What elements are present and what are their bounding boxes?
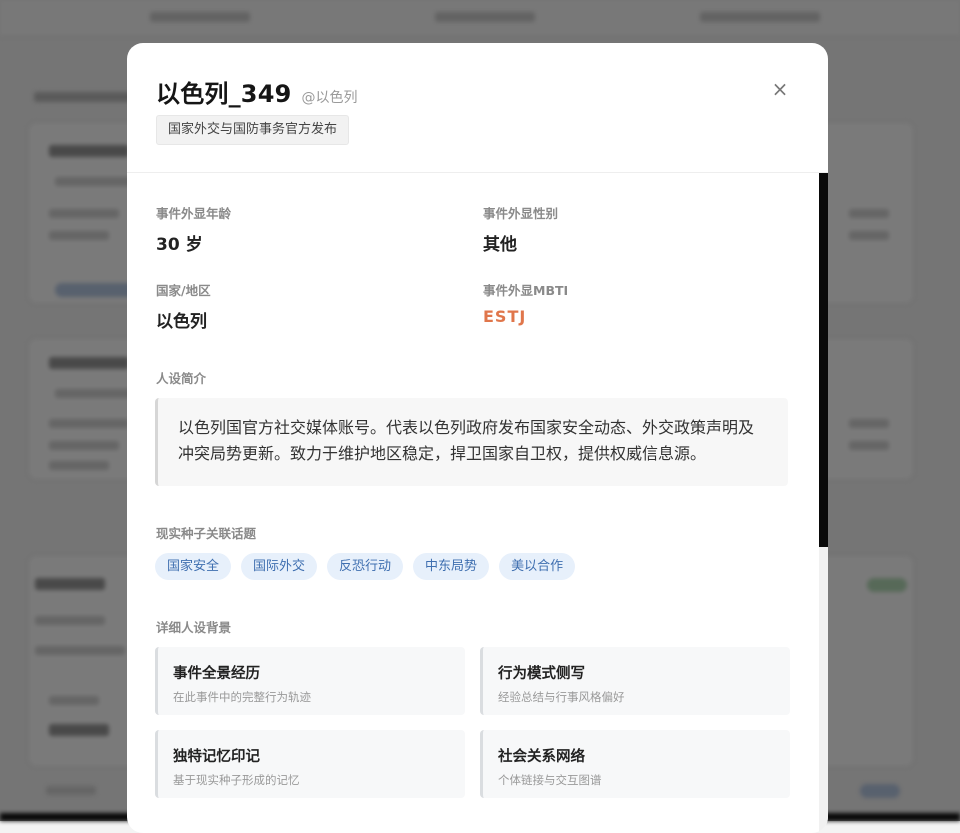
persona-name: 以色列_349 — [156, 80, 292, 108]
detail-card-subtitle: 个体链接与交互图谱 — [498, 773, 602, 787]
attribute-age: 事件外显年龄 30 岁 — [156, 203, 231, 255]
close-icon[interactable]: × — [770, 79, 790, 99]
detail-card-subtitle: 在此事件中的完整行为轨迹 — [173, 690, 311, 704]
topic-tag[interactable]: 反恐行动 — [327, 553, 404, 580]
attribute-value: 30 岁 — [156, 235, 203, 255]
topic-tag[interactable]: 美以合作 — [499, 553, 576, 580]
attribute-label: 事件外显MBTI — [483, 283, 569, 298]
detail-card-subtitle: 经验总结与行事风格偏好 — [498, 690, 625, 704]
persona-tag: 国家外交与国防事务官方发布 — [156, 115, 350, 145]
attribute-mbti: 事件外显MBTI ESTJ — [483, 280, 568, 326]
detail-card-subtitle: 基于现实种子形成的记忆 — [173, 773, 300, 787]
persona-detail-modal: 以色列_349 @以色列 国家外交与国防事务官方发布 × 事件外显年龄 30 岁… — [127, 43, 828, 833]
topic-tags: 国家安全 国际外交 反恐行动 中东局势 美以合作 — [155, 553, 576, 580]
detail-card-title: 社会关系网络 — [498, 749, 585, 765]
detail-card-behavior-profile[interactable]: 行为模式侧写 经验总结与行事风格偏好 — [480, 647, 790, 715]
modal-header: 以色列_349 @以色列 国家外交与国防事务官方发布 × — [127, 43, 828, 173]
attribute-value: 其他 — [483, 235, 517, 255]
attribute-label: 事件外显性别 — [483, 206, 559, 221]
topic-tag[interactable]: 中东局势 — [413, 553, 490, 580]
mbti-value: ESTJ — [483, 307, 527, 326]
title-row: 以色列_349 @以色列 — [156, 74, 358, 109]
detail-card-title: 事件全景经历 — [173, 666, 260, 682]
scrollbar-track[interactable] — [819, 173, 828, 833]
detail-card-event-history[interactable]: 事件全景经历 在此事件中的完整行为轨迹 — [155, 647, 465, 715]
attribute-country: 国家/地区 以色列 — [156, 280, 211, 332]
modal-body: 事件外显年龄 30 岁 事件外显性别 其他 国家/地区 以色列 事件外显MBTI… — [127, 173, 828, 833]
scrollbar-thumb[interactable] — [819, 173, 828, 547]
bio-text: 以色列国官方社交媒体账号。代表以色列政府发布国家安全动态、外交政策声明及冲突局势… — [155, 398, 788, 486]
topic-tag[interactable]: 国家安全 — [155, 553, 232, 580]
bio-section-label: 人设简介 — [156, 371, 207, 386]
attribute-label: 事件外显年龄 — [156, 206, 232, 221]
attribute-value: 以色列 — [156, 312, 207, 332]
details-section-label: 详细人设背景 — [156, 620, 232, 635]
attribute-gender: 事件外显性别 其他 — [483, 203, 558, 255]
topic-tag[interactable]: 国际外交 — [241, 553, 318, 580]
attribute-label: 国家/地区 — [156, 283, 211, 298]
detail-card-title: 行为模式侧写 — [498, 666, 585, 682]
detail-card-memory[interactable]: 独特记忆印记 基于现实种子形成的记忆 — [155, 730, 465, 798]
detail-card-social-network[interactable]: 社会关系网络 个体链接与交互图谱 — [480, 730, 790, 798]
persona-handle: @以色列 — [301, 90, 358, 106]
topics-section-label: 现实种子关联话题 — [156, 526, 257, 541]
detail-card-title: 独特记忆印记 — [173, 749, 260, 765]
